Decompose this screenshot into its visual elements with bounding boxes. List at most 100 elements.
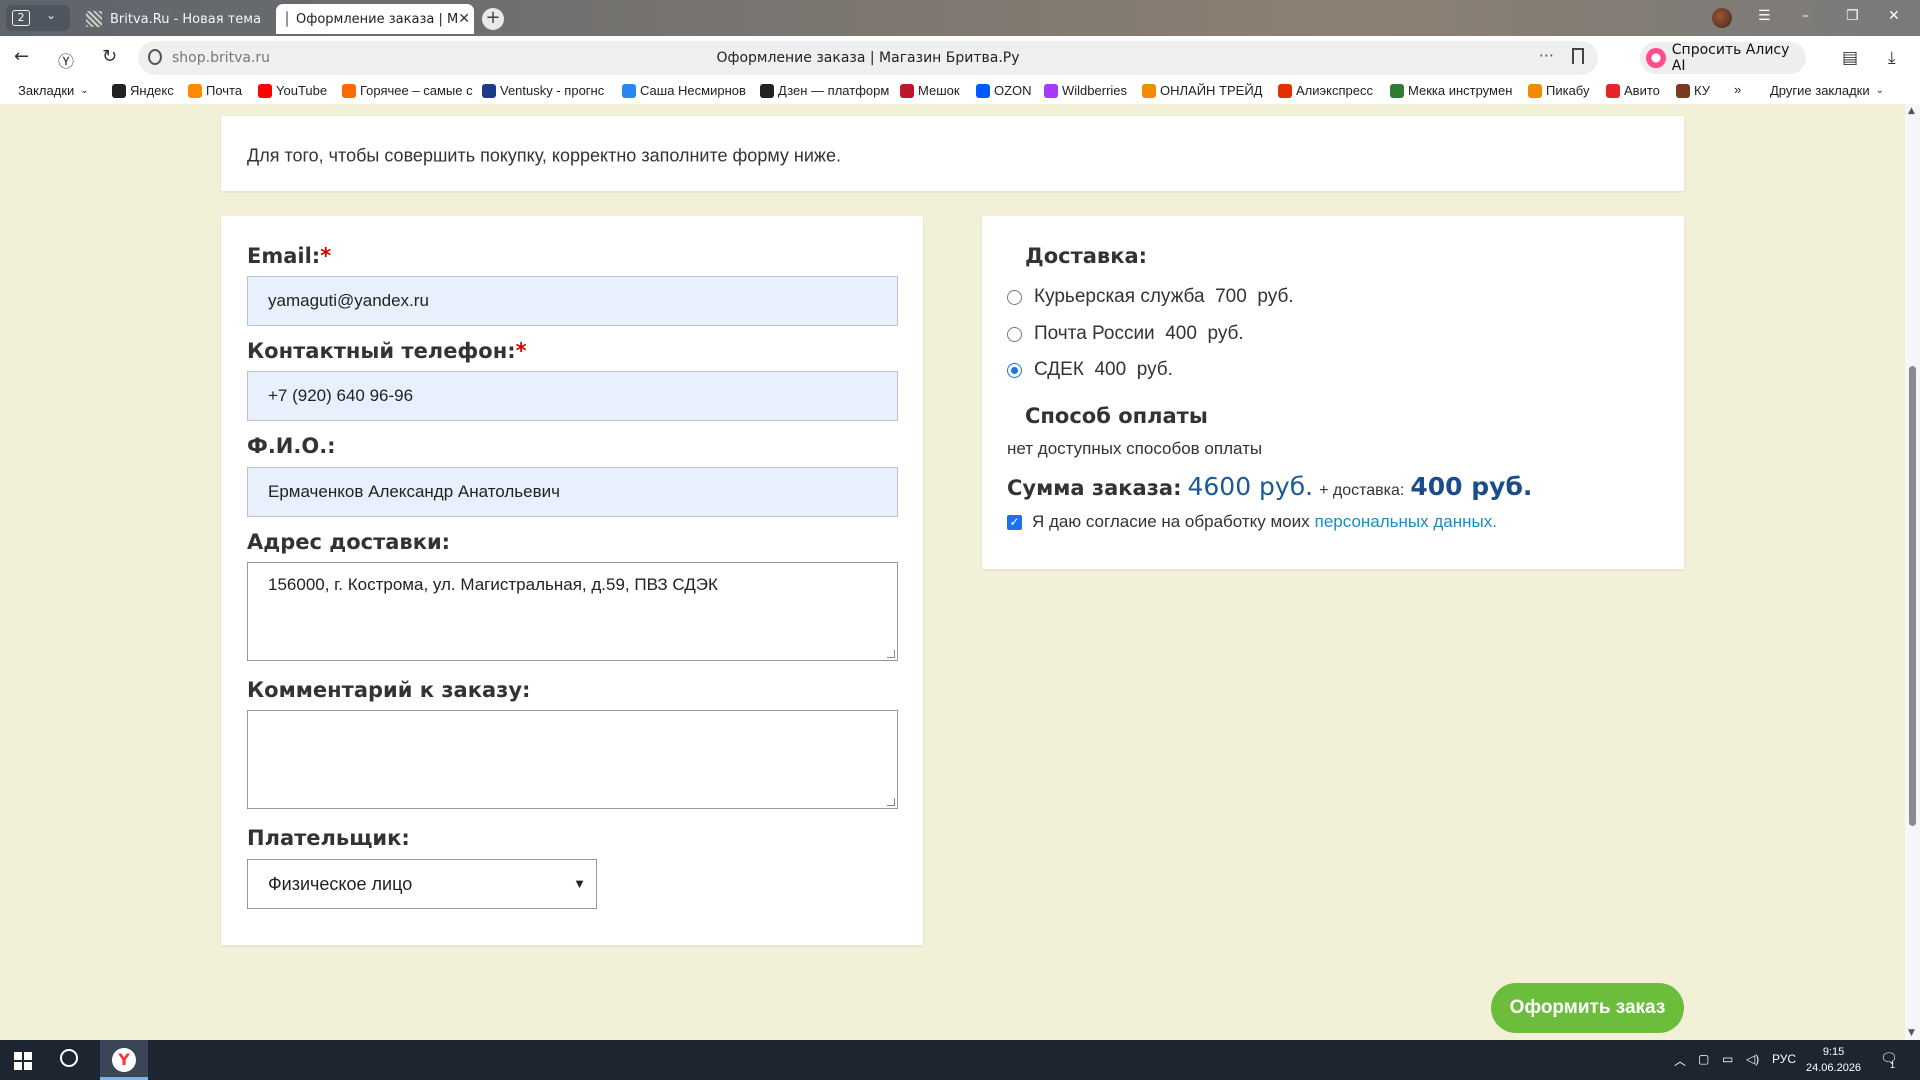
fio-field[interactable]: Ермаченков Александр Анатольевич bbox=[247, 467, 898, 517]
notice-text: Для того, чтобы совершить покупку, корре… bbox=[247, 145, 841, 166]
bookmarks-menu-label: Закладки bbox=[18, 83, 75, 98]
collections-icon[interactable]: ▤ bbox=[1842, 48, 1858, 68]
fio-label: Ф.И.О.: bbox=[247, 434, 336, 458]
required-mark: * bbox=[320, 244, 332, 268]
phone-field[interactable]: +7 (920) 640 96-96 bbox=[247, 371, 898, 421]
bookmark-item[interactable]: Ventusky - прогнс bbox=[482, 83, 604, 98]
radio-button[interactable] bbox=[1007, 326, 1022, 342]
clock-date: 24.06.2026 bbox=[1806, 1062, 1862, 1074]
payment-note: нет доступных способов оплаты bbox=[1007, 439, 1263, 458]
payer-select[interactable]: Физическое лицо ▼ bbox=[247, 859, 597, 909]
bookmark-item[interactable]: Wildberries bbox=[1044, 83, 1127, 98]
search-icon[interactable] bbox=[60, 1049, 78, 1067]
bookmark-item[interactable]: ОНЛАЙН ТРЕЙД bbox=[1142, 83, 1262, 98]
page-scrollbar[interactable]: ▲ ▼ bbox=[1905, 104, 1920, 1040]
new-tab-button[interactable]: + bbox=[482, 8, 504, 30]
bookmarks-menu[interactable]: Закладки ⌄ bbox=[18, 83, 89, 98]
delivery-option-courier[interactable]: Курьерская служба 700 руб. bbox=[1007, 286, 1294, 308]
profile-avatar[interactable] bbox=[1712, 8, 1732, 28]
bookmark-item[interactable]: Яндекс bbox=[112, 83, 174, 98]
address-page-title: Оформление заказа | Магазин Бритва.Ру bbox=[716, 50, 1020, 66]
bookmark-label: Авито bbox=[1624, 83, 1660, 98]
ask-alice-button[interactable]: Спросить Алису AI bbox=[1640, 42, 1806, 74]
consent-row: ✓ Я даю согласие на обработку моих персо… bbox=[1007, 512, 1497, 532]
bookmark-item[interactable]: OZON bbox=[976, 83, 1032, 98]
delivery-card: Доставка: Курьерская служба 700 руб. Поч… bbox=[982, 216, 1684, 569]
clock-time: 9:15 bbox=[1822, 1046, 1845, 1058]
menu-icon[interactable]: ☰ bbox=[1758, 8, 1771, 24]
bookmark-item[interactable]: Почта bbox=[188, 83, 242, 98]
yandex-home-icon[interactable]: Ⓨ bbox=[58, 48, 74, 72]
bookmark-item[interactable]: Дзен — платформ bbox=[760, 83, 889, 98]
reload-icon[interactable]: ↻ bbox=[102, 46, 117, 67]
chevron-down-icon: ▼ bbox=[573, 876, 586, 891]
consent-checkbox[interactable]: ✓ bbox=[1007, 514, 1022, 530]
bookmark-item[interactable]: Горячее – самые с bbox=[342, 83, 473, 98]
yandex-browser-taskbar-button[interactable]: Y bbox=[100, 1040, 148, 1080]
bookmark-label: Ventusky - прогнс bbox=[500, 83, 605, 98]
bookmark-item[interactable]: Авито bbox=[1606, 83, 1660, 98]
notifications-icon[interactable]: 🗨 bbox=[1880, 1050, 1898, 1067]
bookmark-label: Алиэкспресс bbox=[1296, 83, 1373, 98]
windows-start-icon[interactable] bbox=[14, 1052, 32, 1070]
bookmarks-overflow-icon[interactable]: » bbox=[1734, 82, 1741, 97]
bookmark-favicon-icon bbox=[900, 83, 914, 98]
personal-data-link[interactable]: персональных данных. bbox=[1315, 512, 1497, 532]
email-label: Email:* bbox=[247, 244, 331, 268]
bookmark-favicon-icon bbox=[1606, 83, 1620, 98]
bookmark-item[interactable]: YouTube bbox=[258, 83, 327, 98]
scroll-down-icon[interactable]: ▼ bbox=[1908, 1028, 1915, 1038]
bookmark-item[interactable]: Пикабу bbox=[1528, 83, 1589, 98]
language-indicator[interactable]: РУС bbox=[1772, 1052, 1796, 1066]
resize-grip-icon[interactable] bbox=[887, 798, 895, 806]
sum-amount: 4600 руб. bbox=[1187, 472, 1314, 501]
bookmark-favicon-icon bbox=[1044, 83, 1058, 98]
bookmark-item[interactable]: Мешок bbox=[900, 83, 960, 98]
meet-icon[interactable]: ▢ bbox=[1698, 1052, 1709, 1066]
delivery-option-pochta[interactable]: Почта России 400 руб. bbox=[1007, 323, 1244, 345]
bookmark-item[interactable]: Алиэкспресс bbox=[1278, 83, 1373, 98]
close-icon[interactable]: ✕ bbox=[458, 11, 470, 27]
checkout-notice: Для того, чтобы совершить покупку, корре… bbox=[221, 116, 1684, 191]
bookmark-favicon-icon bbox=[1390, 83, 1404, 98]
bookmark-label: КУ bbox=[1694, 83, 1710, 98]
tray-expand-icon[interactable]: ︿ bbox=[1674, 1052, 1686, 1069]
customer-form-card: Email:* yamaguti@yandex.ru Контактный те… bbox=[221, 216, 923, 945]
other-bookmarks-label: Другие закладки bbox=[1770, 83, 1870, 98]
delivery-option-label: СДЕК 400 руб. bbox=[1034, 359, 1173, 380]
radio-button[interactable] bbox=[1007, 289, 1022, 305]
tab-title: Оформление заказа | М bbox=[296, 11, 459, 27]
bookmark-label: Мекка инструмен bbox=[1408, 83, 1513, 98]
bookmark-icon[interactable] bbox=[1572, 48, 1584, 64]
scroll-up-icon[interactable]: ▲ bbox=[1908, 106, 1915, 116]
bookmark-favicon-icon bbox=[1278, 83, 1292, 98]
resize-grip-icon[interactable] bbox=[887, 650, 895, 658]
minimize-icon[interactable]: – bbox=[1802, 8, 1809, 24]
bookmark-item[interactable]: Мекка инструмен bbox=[1390, 83, 1512, 98]
scrollbar-thumb[interactable] bbox=[1909, 366, 1916, 826]
comment-textarea[interactable] bbox=[247, 710, 898, 809]
delivery-option-label: Курьерская служба 700 руб. bbox=[1034, 286, 1294, 307]
network-icon[interactable]: ▭ bbox=[1722, 1052, 1733, 1066]
back-arrow-icon[interactable]: ← bbox=[14, 46, 29, 67]
place-order-button[interactable]: Оформить заказ bbox=[1491, 983, 1684, 1033]
tab-britva-new-topic[interactable]: Britva.Ru - Новая тема bbox=[76, 4, 266, 34]
tab-counter-button[interactable]: 2 ⌄ bbox=[6, 5, 70, 31]
bookmark-item[interactable]: КУ bbox=[1676, 83, 1710, 98]
delivery-option-sdek[interactable]: СДЕК 400 руб. bbox=[1007, 359, 1173, 381]
radio-button-selected[interactable] bbox=[1007, 362, 1022, 378]
tab-checkout[interactable]: Оформление заказа | М ✕ bbox=[276, 4, 474, 34]
bookmark-item[interactable]: Саша Несмирнов bbox=[622, 83, 746, 98]
required-mark: * bbox=[515, 339, 527, 363]
url-field[interactable]: shop.britva.ru Оформление заказа | Магаз… bbox=[138, 41, 1598, 75]
address-value: 156000, г. Кострома, ул. Магистральная, … bbox=[268, 575, 718, 594]
download-icon[interactable]: ⤓ bbox=[1888, 48, 1896, 68]
email-field[interactable]: yamaguti@yandex.ru bbox=[247, 276, 898, 326]
other-bookmarks[interactable]: Другие закладки ⌄ bbox=[1770, 83, 1884, 98]
volume-icon[interactable]: ◁) bbox=[1746, 1052, 1759, 1066]
clock[interactable]: 9:15 24.06.2026 bbox=[1806, 1044, 1861, 1076]
restore-icon[interactable]: ❐ bbox=[1846, 8, 1859, 24]
address-textarea[interactable]: 156000, г. Кострома, ул. Магистральная, … bbox=[247, 562, 898, 661]
close-window-icon[interactable]: ✕ bbox=[1888, 8, 1900, 24]
more-dots-icon[interactable]: ··· bbox=[1539, 46, 1554, 65]
